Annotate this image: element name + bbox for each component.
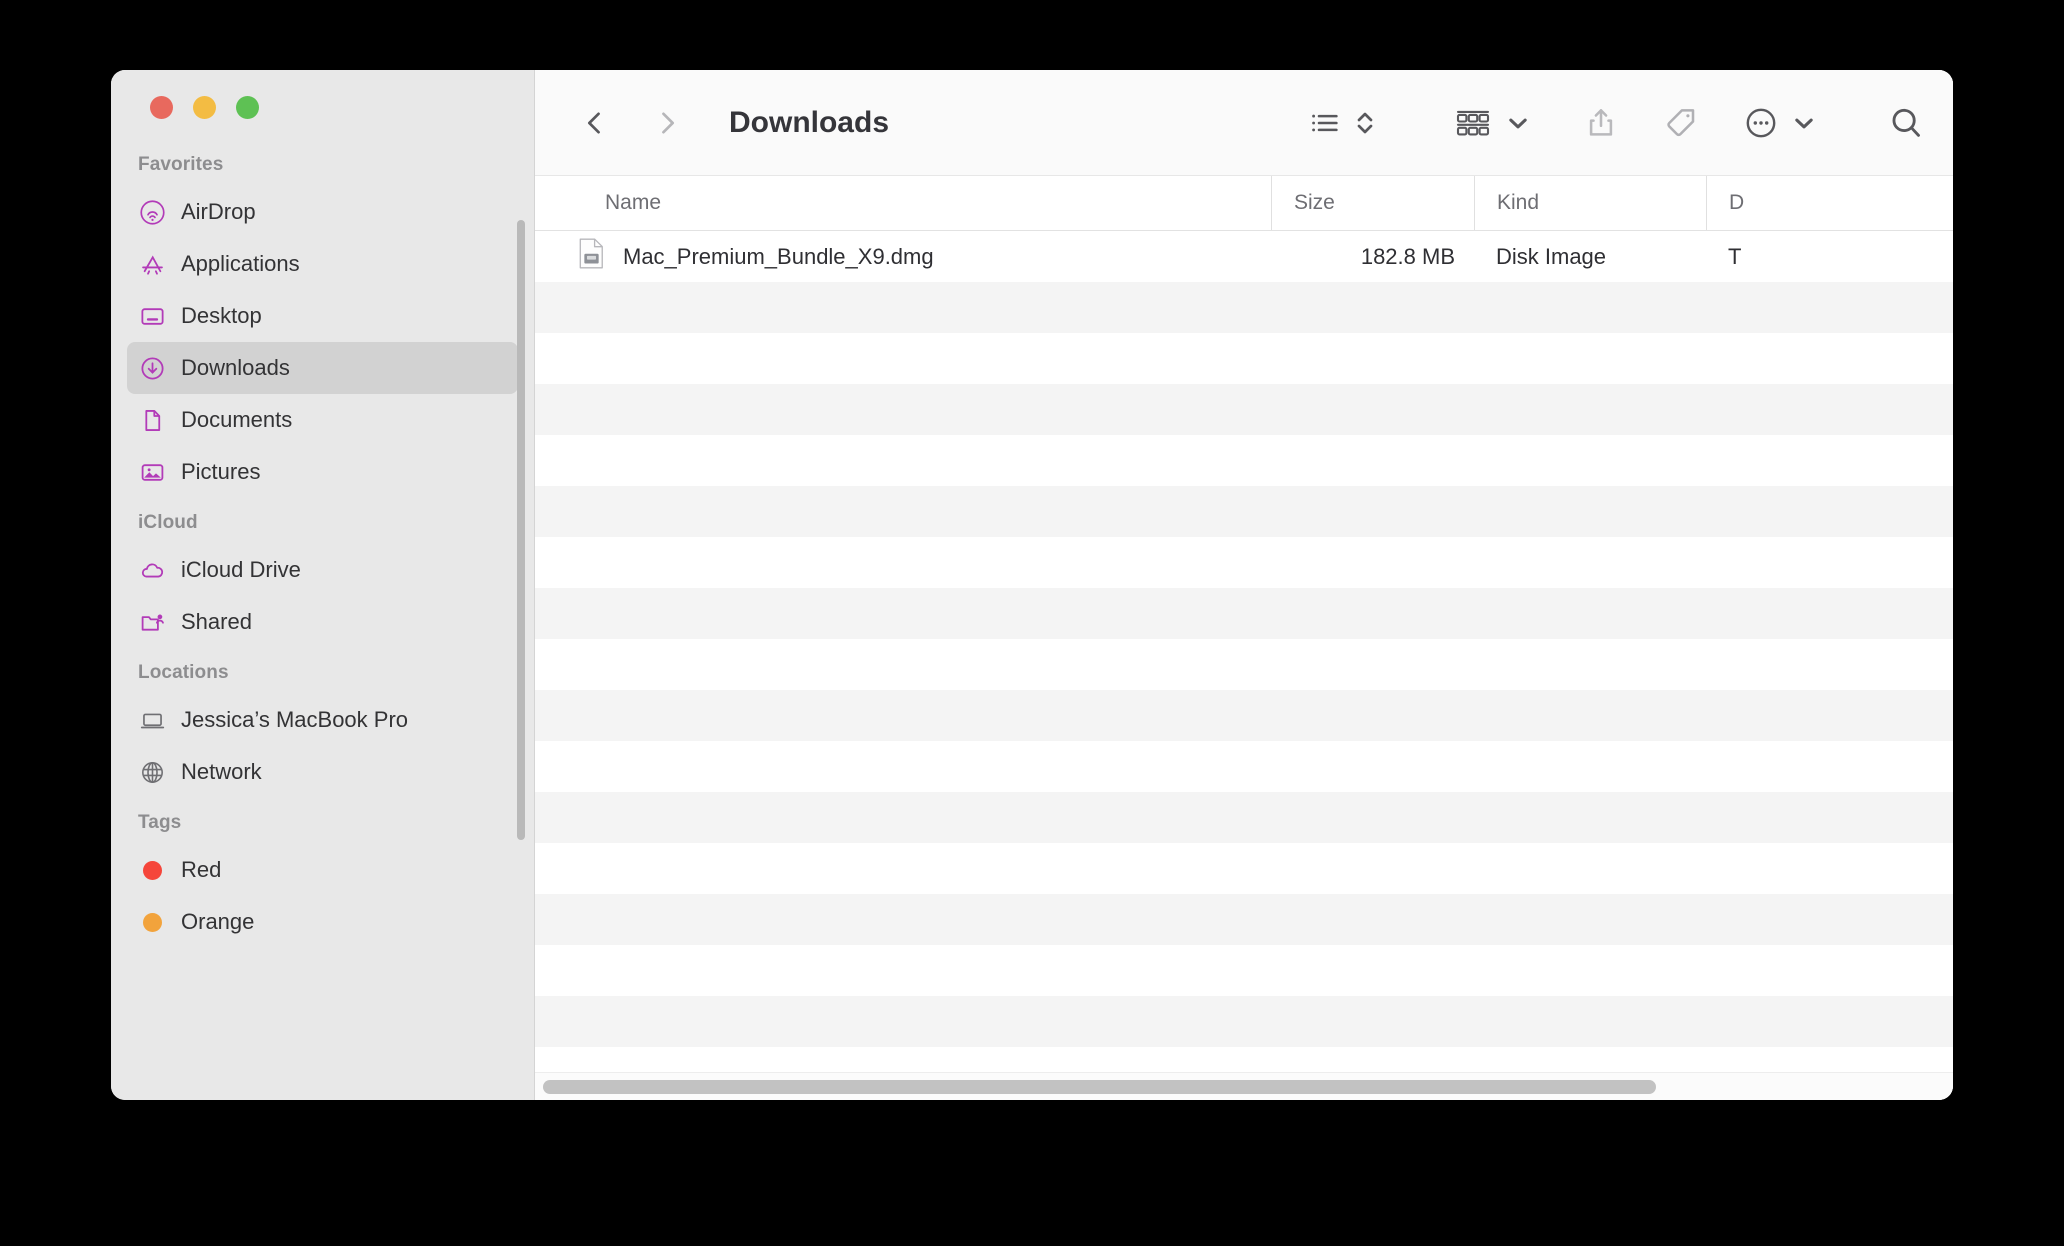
column-header-date[interactable]: D: [1706, 176, 1953, 230]
list-view-icon[interactable]: [1307, 95, 1343, 151]
file-name-label: Mac_Premium_Bundle_X9.dmg: [623, 243, 934, 269]
sidebar-item-label: Pictures: [181, 459, 261, 484]
sidebar-item-icloud-drive[interactable]: iCloud Drive: [127, 544, 518, 596]
column-header-name[interactable]: Name: [535, 176, 1271, 230]
empty-row: [535, 588, 1953, 639]
horizontal-scrollbar-thumb[interactable]: [543, 1079, 1656, 1094]
file-name-cell: Mac_Premium_Bundle_X9.dmg: [535, 238, 1271, 275]
laptop-icon: [139, 707, 166, 734]
sidebar-item-label: Red: [181, 857, 222, 882]
tag-icon[interactable]: [1663, 95, 1699, 151]
sidebar-item-macbook-pro[interactable]: Jessica’s MacBook Pro: [127, 694, 518, 746]
sort-chevrons-icon[interactable]: [1351, 95, 1379, 151]
empty-row: [535, 282, 1953, 333]
empty-row: [535, 894, 1953, 945]
sidebar-item-desktop[interactable]: Desktop: [127, 290, 518, 342]
empty-row: [535, 996, 1953, 1047]
sidebar-scroll-area: Favorites AirDrop Applications Desktop D…: [111, 138, 534, 1100]
group-chevron-down-icon[interactable]: [1505, 95, 1531, 151]
empty-row: [535, 486, 1953, 537]
sidebar-item-label: Orange: [181, 909, 255, 934]
sidebar-item-label: Shared: [181, 609, 252, 634]
sidebar-section-icloud: iCloud: [138, 512, 198, 533]
empty-row: [535, 843, 1953, 894]
empty-row: [535, 384, 1953, 435]
downloads-icon: [139, 355, 166, 382]
icloud-drive-icon: [139, 557, 166, 584]
applications-icon: [139, 251, 166, 278]
file-size-cell: 182.8 MB: [1360, 243, 1455, 269]
sidebar-item-label: Network: [181, 759, 262, 784]
sidebar-item-label: Applications: [181, 251, 300, 276]
sidebar: Favorites AirDrop Applications Desktop D…: [111, 70, 535, 1100]
sidebar-item-label: AirDrop: [181, 199, 256, 224]
sidebar-item-tag-orange[interactable]: Orange: [127, 896, 518, 948]
file-date-cell: T: [1728, 243, 1742, 269]
sidebar-section-locations: Locations: [138, 662, 229, 683]
desktop-icon: [139, 303, 166, 330]
empty-row: [535, 333, 1953, 384]
maximize-button[interactable]: [236, 96, 259, 119]
sidebar-item-tag-red[interactable]: Red: [127, 844, 518, 896]
back-button[interactable]: [569, 97, 621, 149]
sidebar-item-documents[interactable]: Documents: [127, 394, 518, 446]
sidebar-section-favorites: Favorites: [138, 154, 224, 175]
empty-row: [535, 435, 1953, 486]
file-kind-cell: Disk Image: [1496, 243, 1607, 269]
forward-button[interactable]: [641, 97, 693, 149]
more-actions-icon[interactable]: [1743, 95, 1779, 151]
group-view-icon[interactable]: [1453, 95, 1493, 151]
pictures-icon: [139, 459, 166, 486]
network-globe-icon: [139, 759, 166, 786]
sidebar-item-applications[interactable]: Applications: [127, 238, 518, 290]
empty-row: [535, 639, 1953, 690]
sidebar-item-label: Documents: [181, 407, 293, 432]
close-button[interactable]: [150, 96, 173, 119]
sidebar-item-airdrop[interactable]: AirDrop: [127, 186, 518, 238]
column-header-size[interactable]: Size: [1271, 176, 1474, 230]
horizontal-scrollbar-area: [535, 1072, 1953, 1100]
main-pane: Downloads Name Size Kind D Mac_Premium_B…: [535, 70, 1953, 1100]
sidebar-item-downloads[interactable]: Downloads: [127, 342, 518, 394]
search-icon[interactable]: [1887, 95, 1925, 151]
sidebar-section-tags: Tags: [138, 812, 182, 833]
shared-folder-icon: [139, 609, 166, 636]
tag-dot-orange-icon: [139, 909, 166, 936]
sidebar-item-label: iCloud Drive: [181, 557, 301, 582]
empty-row: [535, 537, 1953, 588]
share-icon[interactable]: [1583, 95, 1619, 151]
sidebar-item-label: Jessica’s MacBook Pro: [181, 707, 409, 732]
table-row[interactable]: Mac_Premium_Bundle_X9.dmg 182.8 MB Disk …: [535, 231, 1953, 282]
airdrop-icon: [139, 199, 166, 226]
toolbar: Downloads: [535, 70, 1953, 175]
more-chevron-down-icon[interactable]: [1791, 95, 1817, 151]
empty-row: [535, 792, 1953, 843]
column-headers: Name Size Kind D: [535, 175, 1953, 231]
disk-image-file-icon: [578, 238, 605, 275]
traffic-light-buttons: [150, 96, 259, 119]
sidebar-scrollbar[interactable]: [517, 220, 525, 840]
empty-row: [535, 945, 1953, 996]
minimize-button[interactable]: [193, 96, 216, 119]
sidebar-item-label: Downloads: [181, 355, 290, 380]
empty-rows-container: [535, 282, 1953, 1100]
column-header-kind[interactable]: Kind: [1474, 176, 1706, 230]
sidebar-item-network[interactable]: Network: [127, 746, 518, 798]
sidebar-item-label: Desktop: [181, 303, 262, 328]
documents-icon: [139, 407, 166, 434]
sidebar-item-pictures[interactable]: Pictures: [127, 446, 518, 498]
page-title: Downloads: [729, 105, 890, 139]
toolbar-actions: [1307, 95, 1925, 151]
sidebar-item-shared[interactable]: Shared: [127, 596, 518, 648]
empty-row: [535, 690, 1953, 741]
tag-dot-red-icon: [139, 857, 166, 884]
finder-window: Favorites AirDrop Applications Desktop D…: [111, 70, 1953, 1100]
file-list: Mac_Premium_Bundle_X9.dmg 182.8 MB Disk …: [535, 231, 1953, 1100]
empty-row: [535, 741, 1953, 792]
